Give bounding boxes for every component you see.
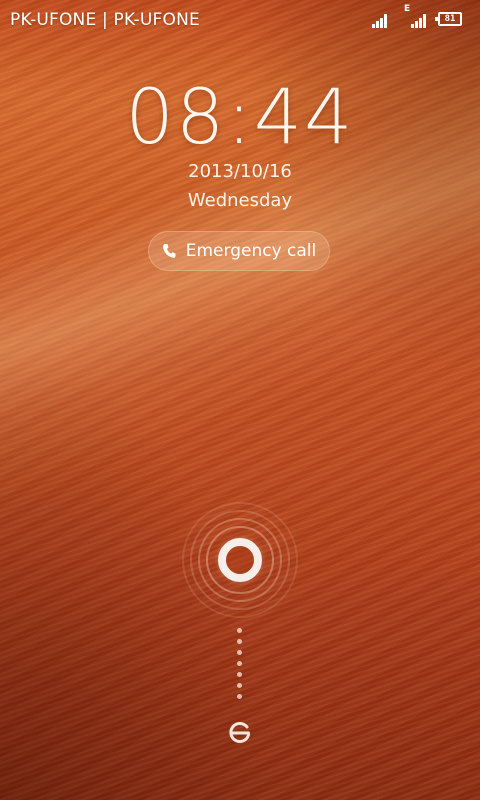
carrier-label: PK-UFONE | PK-UFONE [10, 10, 200, 30]
slide-track [236, 628, 244, 704]
track-dot [237, 639, 242, 644]
track-dot [237, 628, 242, 633]
clock-date: 2013/10/16 [188, 161, 292, 182]
track-dot [237, 683, 242, 688]
track-dot [237, 661, 242, 666]
battery-level: 81 [444, 14, 456, 24]
emergency-call-label: Emergency call [185, 241, 317, 261]
status-bar: PK-UFONE | PK-UFONE E 81 [0, 0, 480, 38]
clock-weekday: Wednesday [187, 190, 293, 211]
track-dot [237, 672, 242, 677]
unlock-handle[interactable] [180, 500, 300, 620]
emergency-call-button[interactable]: Emergency call [148, 231, 330, 271]
phone-icon [162, 244, 176, 258]
battery-icon: 81 [435, 12, 462, 26]
track-dot [237, 694, 242, 699]
camera-target-icon [229, 722, 250, 743]
signal-icon [411, 13, 429, 28]
signal-icon [372, 13, 390, 28]
unlock-ring-icon[interactable] [218, 538, 262, 582]
unlock-target[interactable] [227, 720, 253, 746]
clock-time: 08:44 [125, 72, 355, 161]
network-type-label: E [404, 4, 411, 14]
track-dot [237, 650, 242, 655]
